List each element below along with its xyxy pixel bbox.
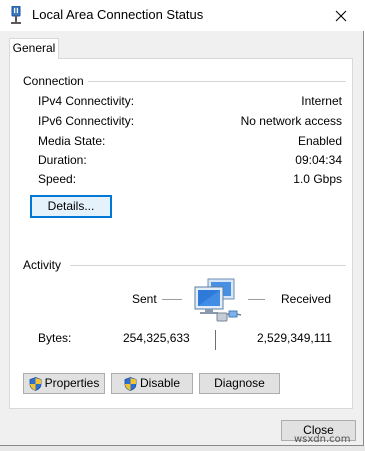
network-adapter-icon xyxy=(11,6,21,24)
uac-shield-icon xyxy=(29,376,42,391)
sent-label: Sent xyxy=(132,292,157,306)
details-button[interactable]: Details... xyxy=(30,195,112,218)
window-title: Local Area Connection Status xyxy=(32,7,204,22)
media-state-value: Enabled xyxy=(297,134,342,148)
watermark: wsxdn.com xyxy=(294,434,351,445)
background-strip xyxy=(0,446,365,451)
received-label: Received xyxy=(281,292,332,306)
properties-label: Properties xyxy=(44,376,100,390)
speed-label: Speed: xyxy=(38,172,77,186)
ipv4-label: IPv4 Connectivity: xyxy=(38,94,135,108)
window-close-button[interactable] xyxy=(318,0,364,31)
ipv6-label: IPv6 Connectivity: xyxy=(38,114,135,128)
general-panel: Connection IPv4 Connectivity: Internet I… xyxy=(9,58,353,409)
network-computers-icon xyxy=(194,278,242,322)
connection-divider xyxy=(88,81,346,82)
ipv4-value: Internet xyxy=(301,94,342,108)
media-state-label: Media State: xyxy=(38,134,106,148)
close-icon xyxy=(335,10,347,21)
tab-general[interactable]: General xyxy=(9,38,59,59)
received-line xyxy=(248,299,265,300)
disable-button[interactable]: Disable xyxy=(111,373,193,394)
bytes-divider xyxy=(215,330,216,350)
uac-shield-icon xyxy=(124,376,137,391)
sent-line xyxy=(162,299,182,300)
diagnose-button[interactable]: Diagnose xyxy=(199,373,280,394)
bytes-label: Bytes: xyxy=(38,331,72,345)
ipv6-value: No network access xyxy=(240,114,342,128)
connection-heading: Connection xyxy=(23,74,84,88)
speed-value: 1.0 Gbps xyxy=(293,172,342,186)
status-window: Local Area Connection Status General Con… xyxy=(0,0,364,446)
properties-button[interactable]: Properties xyxy=(23,373,105,394)
activity-divider xyxy=(70,265,346,266)
activity-heading: Activity xyxy=(23,258,62,272)
duration-value: 09:04:34 xyxy=(295,153,342,167)
bytes-received-value: 2,529,349,111 xyxy=(257,331,332,345)
bytes-sent-value: 254,325,633 xyxy=(123,331,190,345)
disable-label: Disable xyxy=(139,376,181,390)
title-bar: Local Area Connection Status xyxy=(0,0,364,31)
duration-label: Duration: xyxy=(38,153,87,167)
